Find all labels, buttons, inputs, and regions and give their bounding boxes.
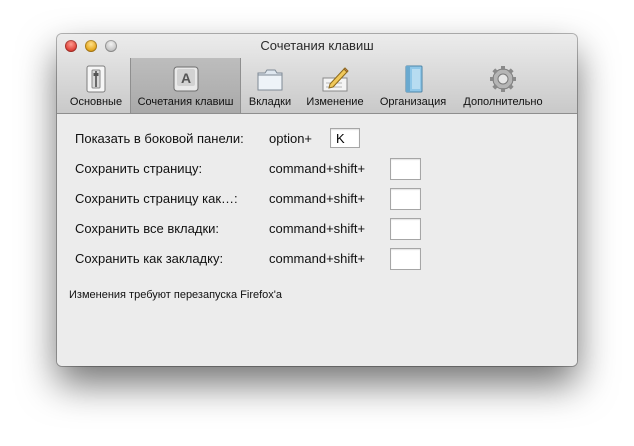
window-title: Сочетания клавиш — [260, 38, 374, 53]
tab-general[interactable]: Основные — [63, 58, 129, 113]
shortcut-label: Сохранить страницу: — [75, 161, 203, 176]
tab-general-label: Основные — [69, 96, 123, 108]
shortcut-row-sidebar: Показать в боковой панели: option+ K — [75, 128, 565, 150]
shortcut-label: Сохранить все вкладки: — [75, 221, 220, 236]
shortcut-row-save-all-tabs: Сохранить все вкладки: command+shift+ — [75, 218, 565, 240]
tab-tabs-label: Вкладки — [248, 96, 292, 108]
shortcut-key-field[interactable] — [390, 218, 421, 240]
book-icon — [405, 65, 423, 93]
shortcut-modifier: command+shift+ — [269, 251, 366, 266]
light-switch-icon — [86, 65, 106, 93]
shortcut-key-field[interactable] — [390, 248, 421, 270]
keyboard-key-icon: A — [173, 66, 198, 92]
tab-shortcuts-label: Сочетания клавиш — [137, 96, 234, 108]
folder-tabs-icon — [257, 69, 283, 91]
tab-shortcuts[interactable]: A Сочетания клавиш — [130, 58, 241, 113]
tab-advanced-label: Дополнительно — [463, 96, 543, 108]
shortcut-row-bookmark: Сохранить как закладку: command+shift+ — [75, 248, 565, 270]
tab-tabs[interactable]: Вкладки — [242, 58, 298, 113]
title-bar: Сочетания клавиш Основные A Сочетания кл… — [57, 34, 577, 114]
preferences-window: Сочетания клавиш Основные A Сочетания кл… — [57, 34, 577, 366]
tab-organization-label: Организация — [379, 96, 447, 108]
shortcut-modifier: command+shift+ — [269, 191, 366, 206]
shortcut-key-field[interactable] — [390, 188, 421, 210]
shortcut-row-save-page: Сохранить страницу: command+shift+ — [75, 158, 565, 180]
restart-note: Изменения требуют перезапуска Firefox'a — [69, 289, 282, 301]
shortcut-modifier: command+shift+ — [269, 221, 366, 236]
shortcut-row-save-page-as: Сохранить страницу как…: command+shift+ — [75, 188, 565, 210]
shortcut-label: Сохранить как закладку: — [75, 251, 224, 266]
shortcut-label: Показать в боковой панели: — [75, 131, 244, 146]
shortcut-key-field[interactable] — [390, 158, 421, 180]
shortcut-key-field[interactable]: K — [330, 128, 360, 148]
tab-advanced[interactable]: Дополнительно — [456, 58, 550, 113]
shortcut-modifier: option+ — [269, 131, 313, 146]
tab-edit-label: Изменение — [306, 96, 364, 108]
pencil-paper-icon — [322, 67, 349, 92]
shortcuts-panel: Показать в боковой панели: option+ K Сох… — [57, 114, 577, 366]
svg-text:A: A — [180, 70, 190, 86]
gear-icon — [490, 66, 516, 92]
shortcut-modifier: command+shift+ — [269, 161, 366, 176]
tab-edit[interactable]: Изменение — [300, 58, 370, 113]
preferences-toolbar: Основные A Сочетания клавиш Вкладки Изме… — [57, 58, 577, 113]
shortcut-label: Сохранить страницу как…: — [75, 191, 238, 206]
tab-organization[interactable]: Организация — [372, 58, 454, 113]
